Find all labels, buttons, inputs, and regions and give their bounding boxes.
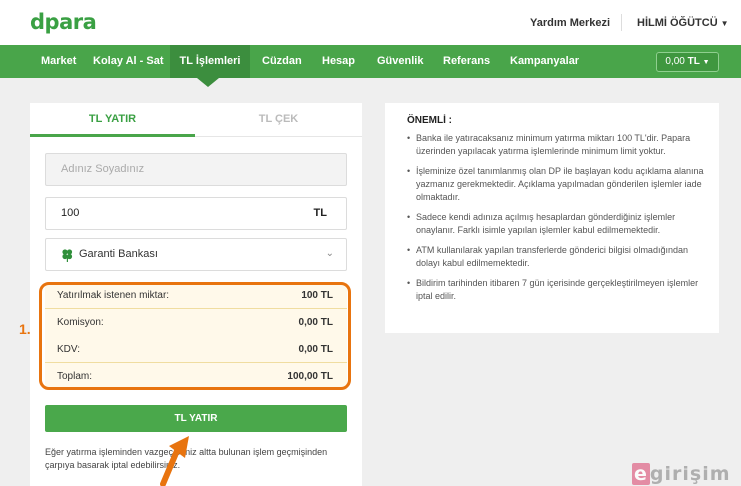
watermark-first-letter: e: [632, 463, 650, 485]
amount-input[interactable]: 100 TL: [45, 197, 347, 230]
bank-select[interactable]: Garanti Bankası ⌄: [45, 238, 347, 271]
nav-item-cuzdan[interactable]: Cüzdan: [262, 45, 302, 78]
tab-withdraw[interactable]: TL ÇEK: [195, 103, 362, 137]
clover-icon: [62, 249, 73, 262]
arrow-up-right-icon: [160, 436, 189, 486]
caret-down-icon: ▼: [720, 19, 729, 28]
help-center-link[interactable]: Yardım Merkezi: [530, 17, 610, 29]
chevron-down-icon: ⌄: [325, 248, 334, 259]
step-number-label: 1.: [19, 321, 31, 337]
cancel-info-text: Eğer yatırma işleminden vazgeç seniz alt…: [45, 447, 328, 470]
important-notice-card: ÖNEMLİ : Banka ile yatıracaksanız minimu…: [385, 103, 719, 333]
active-nav-pointer: [197, 78, 219, 87]
amount-unit: TL: [313, 207, 327, 219]
dpara-logo[interactable]: dpara: [30, 10, 97, 34]
nav-item-kampanyalar[interactable]: Kampanyalar: [510, 45, 579, 78]
notice-list: Banka ile yatıracaksanız minimum yatırma…: [407, 132, 705, 303]
nav-item-guvenlik[interactable]: Güvenlik: [377, 45, 423, 78]
notice-title: ÖNEMLİ :: [407, 115, 452, 126]
nav-item-referans[interactable]: Referans: [443, 45, 490, 78]
nav-item-tl-islemleri[interactable]: TL İşlemleri: [170, 45, 250, 78]
bank-name: Garanti Bankası: [79, 248, 158, 260]
balance-dropdown[interactable]: 0,00 TL ▼: [656, 52, 719, 72]
notice-item: ATM kullanılarak yapılan transferlerde g…: [407, 244, 705, 270]
nav-item-market[interactable]: Market: [41, 45, 76, 78]
tab-deposit[interactable]: TL YATIR: [30, 103, 195, 137]
user-menu[interactable]: HİLMİ ÖĞÜTCÜ ▼: [637, 17, 729, 29]
summary-highlight-ring: [39, 282, 351, 390]
caret-down-icon: ▼: [702, 59, 710, 66]
top-divider: [621, 14, 622, 31]
notice-item: İşleminize özel tanımlanmış olan DP ile …: [407, 165, 705, 204]
top-bar: dpara Yardım Merkezi HİLMİ ÖĞÜTCÜ ▼: [0, 0, 741, 45]
egirisim-watermark: e girişim: [632, 463, 731, 485]
deposit-submit-button[interactable]: TL YATIR: [45, 405, 347, 432]
balance-amount: 0,00: [665, 56, 685, 67]
user-name: HİLMİ ÖĞÜTCÜ: [637, 17, 718, 29]
main-nav: Market Kolay Al - Sat TL İşlemleri Cüzda…: [0, 45, 741, 78]
notice-item: Bildirim tarihinden itibaren 7 gün içeri…: [407, 277, 705, 303]
nav-item-hesap[interactable]: Hesap: [322, 45, 355, 78]
nav-item-kolay-al-sat[interactable]: Kolay Al - Sat: [93, 45, 164, 78]
balance-currency: TL: [687, 56, 700, 67]
watermark-rest: girişim: [649, 463, 731, 485]
notice-item: Banka ile yatıracaksanız minimum yatırma…: [407, 132, 705, 158]
name-input[interactable]: Adınız Soyadınız: [45, 153, 347, 186]
notice-item: Sadece kendi adınıza açılmış hesaplardan…: [407, 211, 705, 237]
amount-value: 100: [61, 207, 80, 219]
